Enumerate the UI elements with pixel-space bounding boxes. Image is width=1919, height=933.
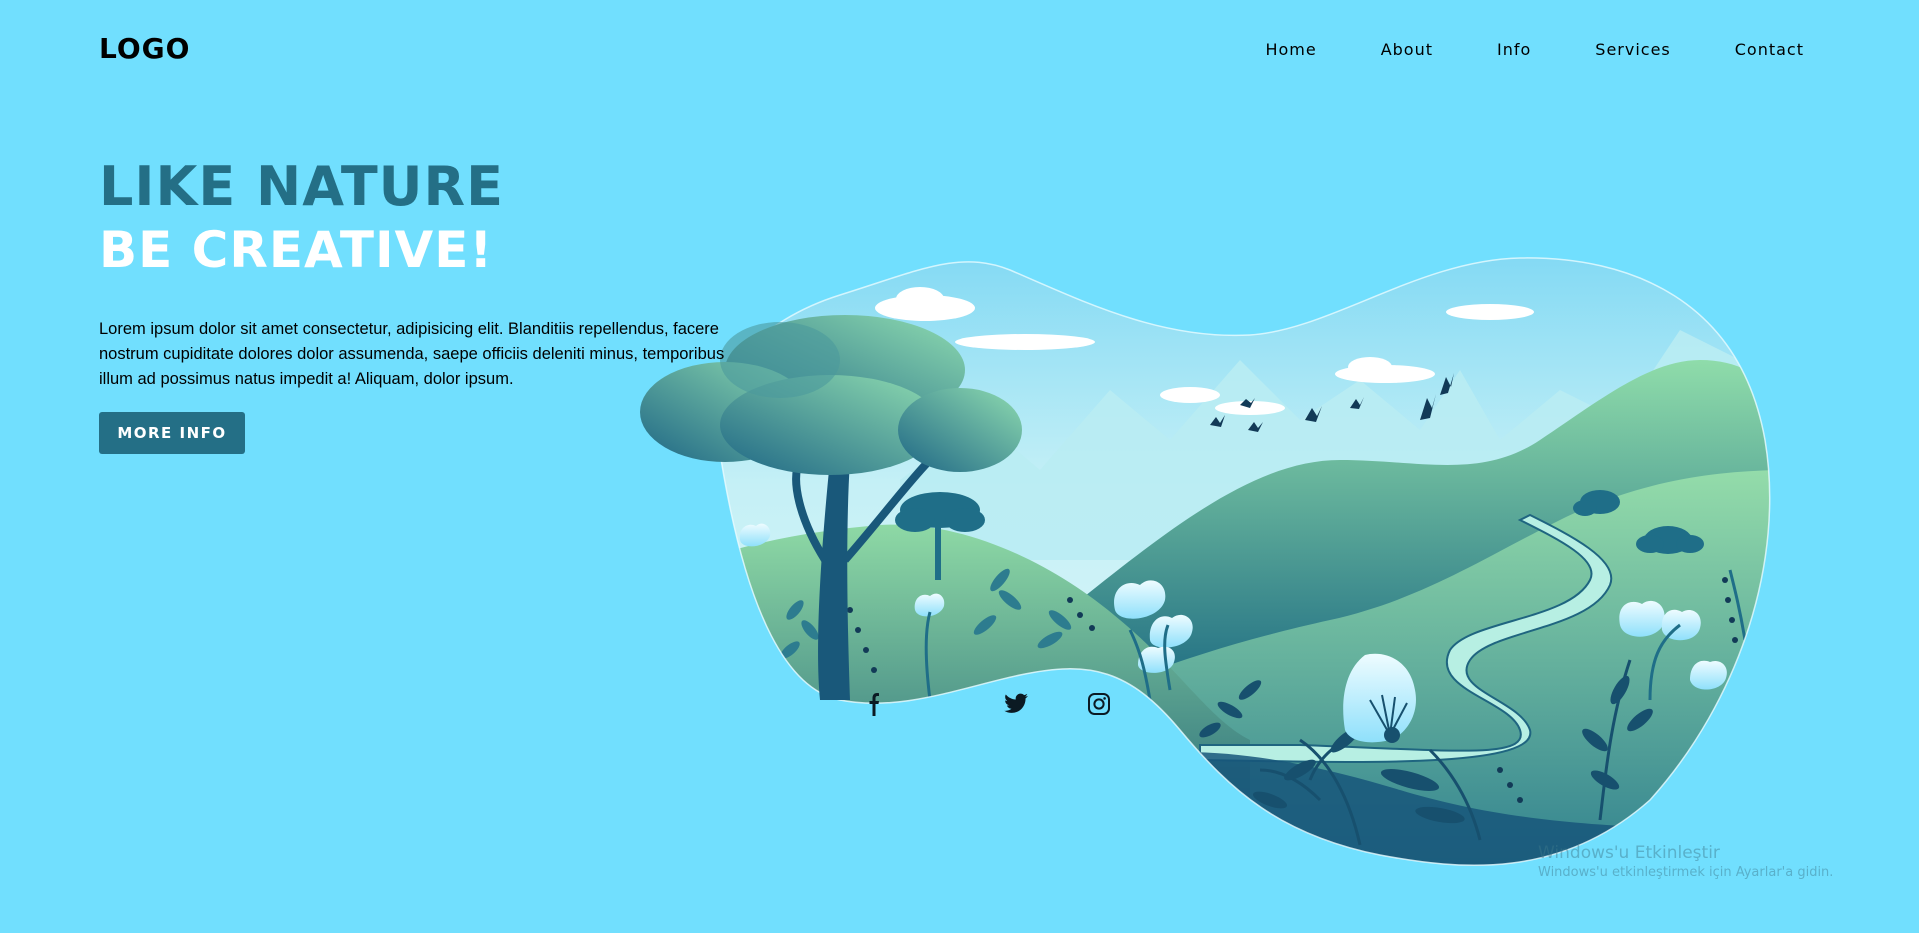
more-info-button[interactable]: MORE INFO [99, 412, 245, 454]
nav-info[interactable]: Info [1497, 40, 1531, 59]
watermark-subtitle: Windows'u etkinleştirmek için Ayarlar'a … [1538, 865, 1834, 880]
windows-activation-watermark: Windows'u Etkinleştir Windows'u etkinleş… [1538, 842, 1833, 882]
nav-about[interactable]: About [1381, 40, 1433, 59]
instagram-link[interactable] [1085, 690, 1113, 718]
hero-description: Lorem ipsum dolor sit amet consectetur, … [99, 320, 725, 388]
hero-title-line2: BE CREATIVE! [99, 221, 494, 279]
twitter-icon [1004, 693, 1028, 713]
instagram-icon [1088, 693, 1110, 715]
facebook-link[interactable] [861, 690, 889, 718]
logo[interactable]: LOGO [99, 32, 190, 65]
main-nav: Home About Info Services Contact [1201, 40, 1804, 59]
facebook-icon [869, 693, 879, 716]
hero-title-line1: LIKE NATURE [99, 155, 504, 218]
twitter-link[interactable] [1002, 690, 1030, 718]
nav-contact[interactable]: Contact [1735, 40, 1804, 59]
nav-home[interactable]: Home [1265, 40, 1316, 59]
nav-services[interactable]: Services [1595, 40, 1670, 59]
nature-illustration [640, 257, 1771, 866]
watermark-title: Windows'u Etkinleştir [1538, 843, 1720, 863]
